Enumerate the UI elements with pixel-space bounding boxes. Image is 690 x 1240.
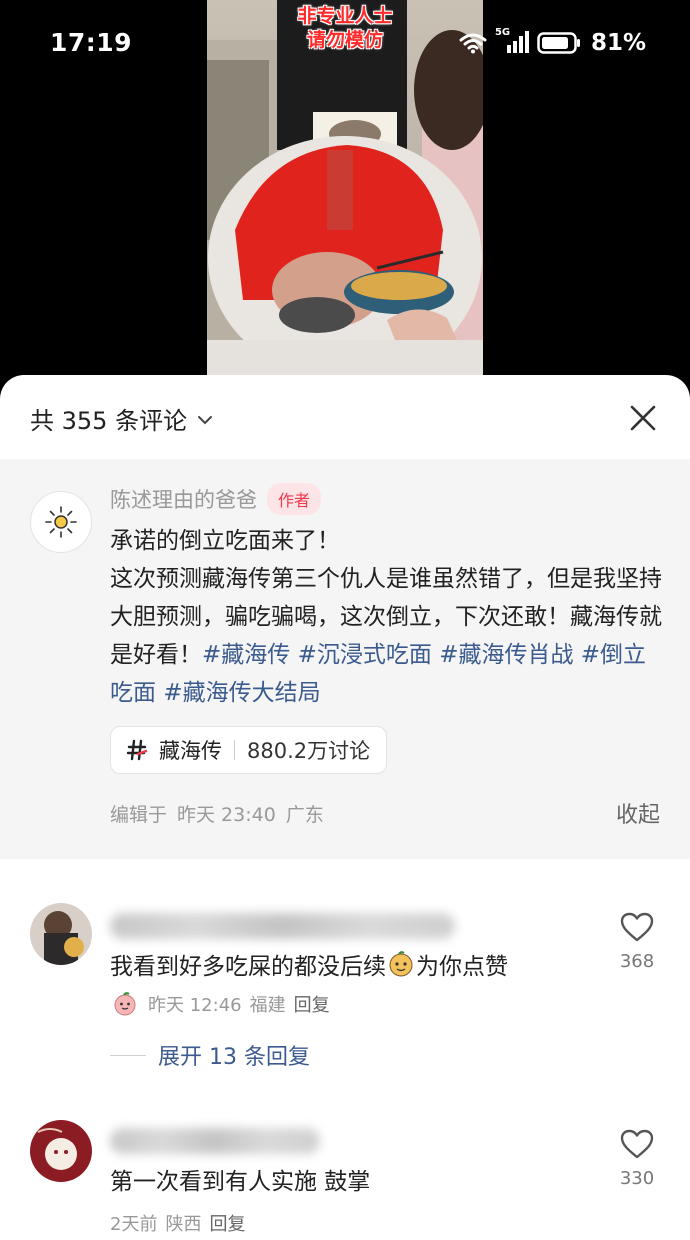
post-body: 承诺的倒立吃面来了！ 这次预测藏海传第三个仇人是谁虽然错了，但是我坚持大胆预测，骗… xyxy=(110,522,665,712)
post-time: 昨天 23:40 xyxy=(177,804,276,826)
comment-location: 陕西 xyxy=(165,1214,202,1235)
hashtag-icon xyxy=(125,738,149,762)
status-icons: 5G 81% xyxy=(459,27,646,56)
author-name-row: 陈述理由的爸爸 作者 xyxy=(110,483,322,515)
comment-text-main: 我看到好多吃屎的都没后续 xyxy=(110,954,386,980)
post-edited-label: 编辑于 xyxy=(110,804,168,826)
peach-face-emoji-icon xyxy=(388,951,414,977)
reply-button[interactable]: 回复 xyxy=(209,1210,245,1236)
expand-divider xyxy=(110,1054,146,1056)
battery-icon xyxy=(537,31,581,55)
comment-text: 第一次看到有人实施 鼓掌 xyxy=(110,1169,371,1195)
comment-time: 2天前 xyxy=(110,1214,158,1235)
comments-header: 共 355 条评论 xyxy=(0,375,690,459)
comment-location: 福建 xyxy=(249,995,286,1016)
avatar[interactable] xyxy=(30,903,92,965)
heart-icon xyxy=(620,1129,654,1159)
hashtag-link[interactable]: #藏海传肖战 xyxy=(439,642,573,668)
post-location: 广东 xyxy=(285,804,324,826)
post-meta: 编辑于 昨天 23:40 广东 xyxy=(110,800,324,827)
wifi-icon xyxy=(459,32,487,54)
comment-count-label: 共 355 条评论 xyxy=(30,407,188,435)
expand-replies-button[interactable]: 展开 13 条回复 xyxy=(110,1039,310,1071)
network-label: 5G xyxy=(494,27,511,38)
comment-time: 昨天 12:46 xyxy=(148,995,242,1016)
collapse-button[interactable]: 收起 xyxy=(616,797,660,829)
hashtag-link[interactable]: #藏海传 xyxy=(202,642,290,668)
comment-meta: 昨天 12:46 福建 回复 xyxy=(110,991,330,1017)
hashtag-link[interactable]: #沉浸式吃面 xyxy=(298,642,432,668)
comment-text: 我看到好多吃屎的都没后续 为你点赞 xyxy=(110,947,508,981)
topic-name: 藏海传 xyxy=(159,739,222,763)
like-button[interactable]: 368 xyxy=(614,911,660,972)
comment-text-suffix: 为你点赞 xyxy=(416,954,508,980)
close-icon xyxy=(630,405,656,431)
author-avatar[interactable] xyxy=(30,491,92,553)
close-button[interactable] xyxy=(626,401,660,435)
author-badge: 作者 xyxy=(267,483,322,515)
heart-icon xyxy=(620,912,654,942)
chevron-down-icon xyxy=(197,415,213,425)
commenter-name-blurred[interactable] xyxy=(110,913,455,939)
status-time: 17:19 xyxy=(50,28,133,57)
hashtag-link[interactable]: #藏海传大结局 xyxy=(163,680,320,706)
like-count: 368 xyxy=(619,951,655,972)
like-button[interactable]: 330 xyxy=(614,1128,660,1189)
reply-button[interactable]: 回复 xyxy=(294,991,330,1017)
signal-icon: 5G xyxy=(495,27,529,55)
expand-replies-label: 展开 13 条回复 xyxy=(158,1045,310,1070)
sun-icon xyxy=(45,506,77,538)
comment-count-dropdown[interactable]: 共 355 条评论 xyxy=(30,401,213,436)
comment-item: 我看到好多吃屎的都没后续 为你点赞 昨天 12:46 福建 回复 展开 13 条… xyxy=(0,885,690,1085)
commenter-name-blurred[interactable] xyxy=(110,1128,320,1154)
author-name[interactable]: 陈述理由的爸爸 xyxy=(110,484,257,514)
comments-sheet: 共 355 条评论 陈述理由的爸爸 作者 承诺的倒立吃面来了！ 这次预测藏海传第… xyxy=(0,375,690,1240)
topic-discussion-count: 880.2万讨论 xyxy=(247,739,371,763)
avatar[interactable] xyxy=(30,1120,92,1182)
battery-percent: 81% xyxy=(590,30,646,56)
topic-divider xyxy=(234,740,235,760)
comment-item: 第一次看到有人实施 鼓掌 2天前 陕西 回复 330 xyxy=(0,1110,690,1240)
author-post: 陈述理由的爸爸 作者 承诺的倒立吃面来了！ 这次预测藏海传第三个仇人是谁虽然错了，… xyxy=(0,459,690,859)
peach-badge-icon xyxy=(112,991,138,1017)
comment-meta: 2天前 陕西 回复 xyxy=(110,1210,245,1236)
status-bar: 17:19 5G 81% xyxy=(0,0,690,90)
topic-chip[interactable]: 藏海传 880.2万讨论 xyxy=(110,726,388,774)
like-count: 330 xyxy=(619,1168,655,1189)
